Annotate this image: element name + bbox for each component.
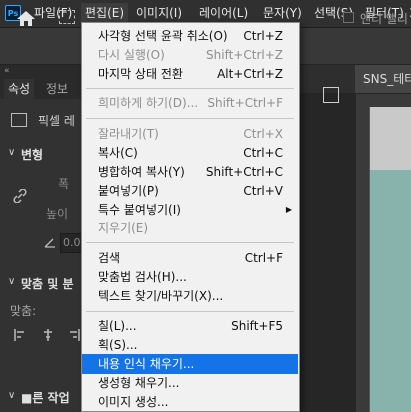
home-icon[interactable] <box>14 8 38 28</box>
menu-separator <box>86 242 294 243</box>
align-label: 맞춤: <box>10 304 37 318</box>
menu-item-find-replace[interactable]: 텍스트 찾기/바꾸기(X)... <box>82 286 298 306</box>
height-label: 높이 <box>46 207 69 221</box>
tab-properties[interactable]: 속성 <box>4 79 35 99</box>
link-icon[interactable] <box>13 189 27 203</box>
chevron-down-icon[interactable]: ∨ <box>8 147 15 158</box>
width-label: 폭 <box>58 177 70 191</box>
align-left-icon[interactable] <box>14 329 26 341</box>
menu-item-toggle-last-state[interactable]: 마지막 상태 전환 Alt+Ctrl+Z <box>82 64 298 84</box>
antialias-checkbox[interactable] <box>343 12 354 23</box>
menu-item-generate-image[interactable]: 이미지 생성... <box>82 392 298 412</box>
chevron-down-icon[interactable]: ∨ <box>8 276 15 287</box>
vertical-ruler[interactable] <box>356 107 370 412</box>
submenu-arrow-icon: ▶ <box>285 205 292 214</box>
align-center-icon[interactable] <box>42 329 54 341</box>
menu-item-cut: 잘라내기(T) Ctrl+X <box>98 127 283 141</box>
frame-tool-icon[interactable] <box>323 87 339 103</box>
menu-item-copy-merged[interactable]: 병합하여 복사(Y) Shift+Ctrl+C <box>82 162 298 182</box>
canvas-image-top <box>370 107 411 170</box>
menu-item-paste-special[interactable]: 특수 붙여넣기(I) ▶ <box>82 200 298 220</box>
document-tab-label: SNS_테터 <box>363 72 411 86</box>
menu-item-search[interactable]: 검색 Ctrl+F <box>82 248 298 268</box>
menu-item-stroke[interactable]: 획(S)... <box>82 335 298 355</box>
panel-collapse-icon[interactable]: « <box>4 66 10 76</box>
menu-separator <box>86 88 294 89</box>
menu-layer[interactable]: 레이어(L) <box>195 3 252 23</box>
angle-input[interactable]: 0.0 <box>60 233 82 253</box>
menu-item-generative-fill[interactable]: 생성형 채우기... <box>82 373 298 393</box>
transform-section-title: 변형 <box>21 148 44 162</box>
align-right-icon[interactable] <box>68 329 80 341</box>
menu-separator <box>86 311 294 312</box>
antialias-label: 앤티 앨리 <box>360 12 408 26</box>
menu-item-undo-marquee[interactable]: 사각형 선택 윤곽 취소(O) Ctrl+Z <box>82 26 298 46</box>
horizontal-ruler[interactable] <box>356 94 411 108</box>
canvas-image <box>370 170 411 412</box>
quick-actions-section-title: ■른 작업 <box>21 391 70 405</box>
menu-item-content-aware-fill[interactable]: 내용 인식 채우기... <box>82 354 298 374</box>
pixel-layer-icon <box>11 113 27 127</box>
menu-item-fill[interactable]: 칠(L)... Shift+F5 <box>82 316 298 336</box>
menu-type[interactable]: 문자(Y) <box>259 3 306 23</box>
menu-item-redo: 다시 실행(O) Shift+Ctrl+Z <box>98 48 283 62</box>
menu-item-copy[interactable]: 복사(C) Ctrl+C <box>82 143 298 163</box>
menu-item-spell-check[interactable]: 맞춤법 검사(H)... <box>82 267 298 287</box>
rectangle-marquee-icon[interactable] <box>59 10 75 24</box>
menu-edit[interactable]: 편집(E) <box>81 3 129 23</box>
menu-image[interactable]: 이미지(I) <box>132 3 186 23</box>
angle-icon <box>44 238 55 248</box>
menu-item-paste[interactable]: 붙여넣기(P) Ctrl+V <box>82 181 298 201</box>
tab-info[interactable]: 정보 <box>46 79 68 99</box>
align-section-title: 맞춤 및 분 <box>21 277 74 291</box>
menu-item-fade: 희미하게 하기(D)... Shift+Ctrl+F <box>98 96 283 110</box>
menu-item-clear: 지우기(E) <box>98 221 149 235</box>
layer-type-label: 픽셀 레 <box>38 114 75 128</box>
menu-separator <box>86 118 294 119</box>
chevron-down-icon[interactable]: ∨ <box>8 390 15 401</box>
